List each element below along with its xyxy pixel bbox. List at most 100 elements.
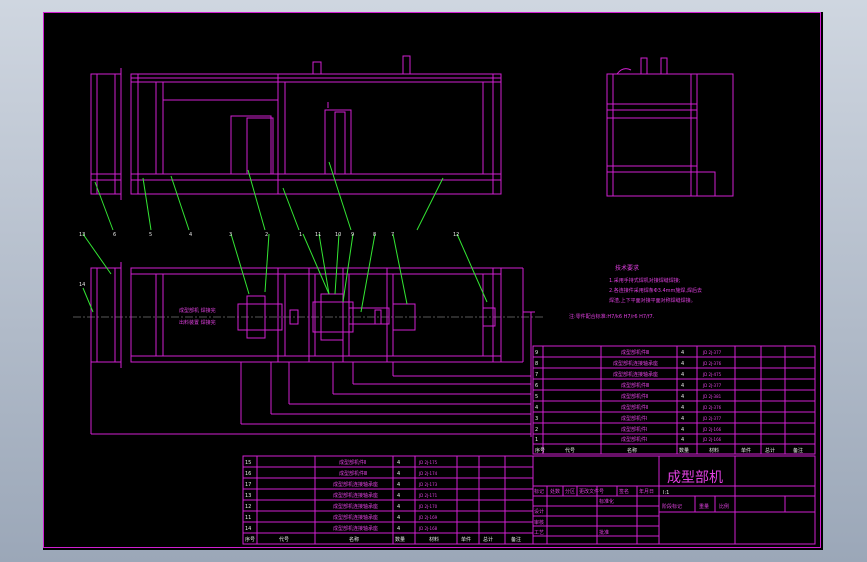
bom-header-qty: 数量 <box>395 536 405 543</box>
bom-qty: 4 <box>681 416 684 422</box>
bom-name: 成型部机件Ⅲ <box>621 382 649 389</box>
front-elevation <box>90 55 502 200</box>
ratio-label: 比例 <box>719 503 729 510</box>
bom-code: JD 2J-376 <box>702 361 722 366</box>
bom-qty: 4 <box>397 482 400 488</box>
bom-qty: 4 <box>681 350 684 356</box>
bom-qty: 4 <box>681 372 684 378</box>
bom-code: JD 2J-174 <box>418 471 438 476</box>
bom-no: 15 <box>245 460 251 466</box>
balloon-number: 14 <box>79 282 85 288</box>
bom-name: 成型部机连接轴承座 <box>333 525 378 532</box>
bom-code: JD 2J-377 <box>702 350 722 355</box>
notes-heading: 技术要求 <box>615 264 639 272</box>
bom-header-total: 总计 <box>483 536 493 543</box>
balloon-number: 12 <box>453 232 459 238</box>
bom-qty: 4 <box>397 515 400 521</box>
weight-label: 重量 <box>699 503 709 510</box>
bom-name: 成型部机连接轴承座 <box>613 371 658 378</box>
bom-header-no: 序号 <box>245 536 255 543</box>
bom-qty: 4 <box>397 504 400 510</box>
bom-no: 5 <box>535 394 538 400</box>
rev-date: 年月日 <box>639 488 654 495</box>
standardization-label: 标准化 <box>599 498 614 505</box>
bom-code: JD 2J-381 <box>702 394 722 399</box>
bom-name: 成型部机件Ⅲ <box>339 470 367 477</box>
bom-code: JD 2J-166 <box>702 437 722 442</box>
bom-qty: 4 <box>681 394 684 400</box>
parts-list-upper: 9 成型部机件Ⅲ 4 JD 2J-377 8 成型部机连接轴承座 4 JD 2J… <box>532 345 816 455</box>
note-line: 2.各连接件采用焊条Φ3.4mm施焊,焊后去 <box>609 287 702 294</box>
rev-doc: 更改文件号 <box>579 488 604 495</box>
bom-no: 11 <box>245 515 251 521</box>
bom-name: 成型部机连接轴承座 <box>333 492 378 499</box>
bom-qty: 4 <box>397 460 400 466</box>
balloon-number: 11 <box>315 232 321 238</box>
bom-code: JD 2J-173 <box>418 482 438 487</box>
balloon-number: 7 <box>391 232 394 238</box>
drawing-title: 成型部机 <box>667 470 723 486</box>
balloon-number: 4 <box>189 232 192 238</box>
balloon-number: 5 <box>149 232 152 238</box>
bom-qty: 4 <box>681 427 684 433</box>
bom-header-unit: 单件 <box>741 447 751 454</box>
balloon-number: 8 <box>373 232 376 238</box>
approve-label: 批准 <box>599 529 609 536</box>
bom-header-code: 代号 <box>279 536 289 543</box>
bom-header-remark: 备注 <box>511 536 521 543</box>
bom-qty: 4 <box>397 493 400 499</box>
designer-label: 设计 <box>534 508 544 515</box>
balloon-number: 1 <box>299 232 302 238</box>
bom-name: 成型部机件Ⅰ <box>621 415 647 422</box>
plan-label-1: 成型部机 焊接完 <box>179 307 216 314</box>
bom-no: 12 <box>245 504 251 510</box>
bom-header-name: 名称 <box>627 447 637 454</box>
bom-no: 9 <box>535 350 538 356</box>
bom-no: 17 <box>245 482 251 488</box>
rev-count: 处数 <box>550 488 560 495</box>
bom-name: 成型部机件Ⅰ <box>621 426 647 433</box>
bom-no: 3 <box>535 416 538 422</box>
balloon-number: 3 <box>229 232 232 238</box>
bom-qty: 4 <box>681 405 684 411</box>
balloon-number: 2 <box>265 232 268 238</box>
bom-name: 成型部机件Ⅱ <box>339 459 366 466</box>
bom-qty: 4 <box>397 471 400 477</box>
process-label: 工艺 <box>534 530 544 536</box>
review-label: 审核 <box>534 519 544 526</box>
bom-code: JD 2J-168 <box>418 526 438 531</box>
bom-header-total: 总计 <box>765 447 775 454</box>
bom-code: JD 2J-377 <box>702 383 722 388</box>
title-block: 成型部机 Ⅰ:1 标记 处数 分区 更改文件号 签名 年月日 设计 标准化 阶段… <box>532 455 816 545</box>
bom-name: 成型部机连接轴承座 <box>613 360 658 367</box>
bom-qty: 4 <box>681 437 684 443</box>
bom-name: 成型部机件Ⅱ <box>621 404 648 411</box>
bom-name: 成型部机连接轴承座 <box>333 481 378 488</box>
bom-name: 成型部机件Ⅲ <box>621 349 649 356</box>
plan-view: 成型部机 焊接完 出料装置 焊接完 <box>73 262 543 368</box>
bom-no: 13 <box>245 493 251 499</box>
bom-code: JD 2J-475 <box>702 372 722 377</box>
bom-code: JD 2J-171 <box>418 493 438 498</box>
bom-header-material: 材料 <box>429 536 439 543</box>
bom-qty: 4 <box>681 383 684 389</box>
balloon-number: 13 <box>79 232 85 238</box>
drawing-scale: Ⅰ:1 <box>663 490 669 496</box>
bom-no: 4 <box>535 405 538 411</box>
side-elevation <box>606 57 734 197</box>
bom-header-remark: 备注 <box>793 447 803 454</box>
plan-label-2: 出料装置 焊接完 <box>179 319 216 326</box>
bom-header-unit: 单件 <box>461 536 471 543</box>
note-line: 注:零件配合标准:H7/k6 H7/r6 H7/f7. <box>569 313 655 320</box>
note-line: 1.采用手持式焊机对接焊缝焊接; <box>609 277 681 284</box>
bom-no: 1 <box>535 437 538 443</box>
bom-name: 成型部机连接轴承座 <box>333 503 378 510</box>
rev-zone: 分区 <box>565 488 575 495</box>
bom-no: 7 <box>535 372 538 378</box>
bom-header-no: 序号 <box>535 447 545 454</box>
cad-viewport[interactable]: 成型部机 焊接完 出料装置 焊接完 13 14 6 5 4 3 2 1 11 1… <box>43 12 823 550</box>
bom-code: JD 2J-377 <box>702 416 722 421</box>
note-line: 焊渣,上下平面对接平面对称焊缝焊接。 <box>609 297 696 304</box>
rev-sign: 签名 <box>619 488 629 495</box>
balloon-number: 6 <box>113 232 116 238</box>
